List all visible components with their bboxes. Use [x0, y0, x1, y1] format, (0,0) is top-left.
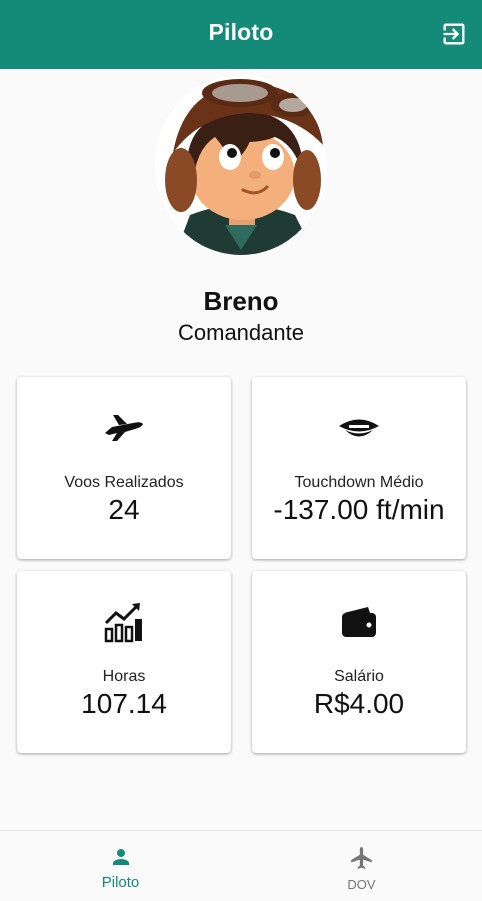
nav-item-piloto[interactable]: Piloto	[0, 831, 241, 901]
bottom-navigation: Piloto DOV	[0, 830, 482, 901]
pilot-avatar-image	[155, 75, 327, 255]
nav-label-dov: DOV	[347, 877, 376, 892]
salary-card: Salário R$4.00	[252, 571, 466, 753]
hours-value: 107.14	[81, 688, 167, 719]
chart-trending-icon	[17, 601, 231, 643]
pilot-cap-icon	[252, 413, 466, 443]
logout-button[interactable]	[440, 20, 468, 48]
touchdown-label: Touchdown Médio	[294, 474, 424, 491]
app-bar: Piloto	[0, 0, 482, 69]
flights-value: 24	[108, 494, 140, 525]
salary-label: Salário	[334, 668, 384, 685]
logout-icon	[443, 23, 465, 45]
wallet-icon	[252, 605, 466, 639]
pilot-name: Breno	[203, 286, 279, 316]
hours-card: Horas 107.14	[17, 571, 231, 753]
flights-label: Voos Realizados	[64, 474, 184, 491]
avatar	[155, 75, 327, 255]
touchdown-value: -137.00 ft/min	[273, 494, 445, 525]
airplane-icon	[241, 845, 482, 871]
hours-label: Horas	[102, 668, 146, 685]
page-title: Piloto	[208, 19, 274, 45]
touchdown-card: Touchdown Médio -137.00 ft/min	[252, 377, 466, 559]
pilot-rank: Comandante	[178, 320, 304, 345]
airplane-icon	[17, 411, 231, 443]
person-icon	[0, 845, 241, 869]
salary-value: R$4.00	[313, 688, 405, 719]
nav-label-piloto: Piloto	[101, 874, 140, 891]
flights-card: Voos Realizados 24	[17, 377, 231, 559]
nav-item-dov[interactable]: DOV	[241, 831, 482, 901]
